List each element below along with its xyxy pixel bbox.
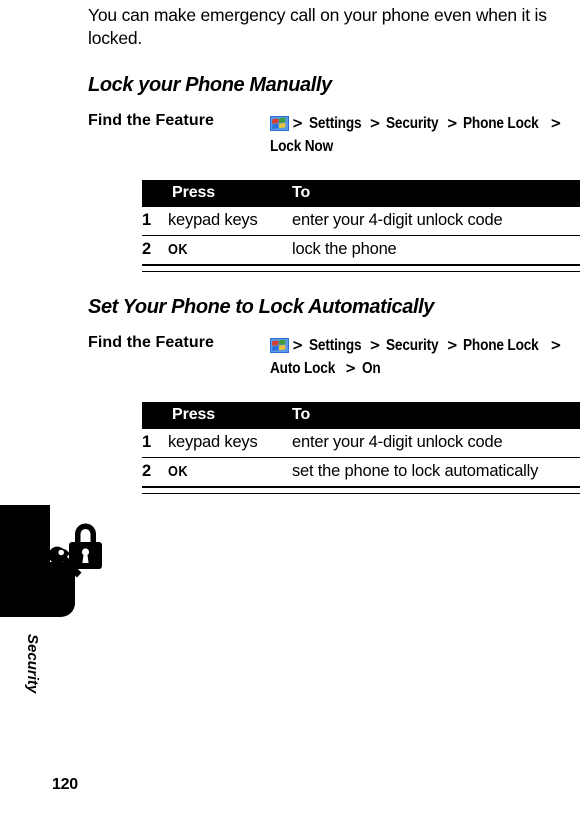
table-row: 1 keypad keys enter your 4-digit unlock …: [142, 207, 580, 236]
table-header-number: [142, 402, 168, 429]
table-header-press: Press: [168, 402, 292, 429]
table-footer-rule-1: [142, 264, 580, 272]
table-header-number: [142, 180, 168, 207]
menu-path-security[interactable]: Security: [386, 335, 439, 357]
table-header-row: Press To: [142, 180, 580, 207]
feature-path-2: > Settings > Security > Phone Lock > Auto L…: [270, 334, 580, 380]
step-number: 1: [142, 207, 168, 236]
path-separator: >: [344, 359, 357, 377]
table-header-press: Press: [168, 180, 292, 207]
step-to: set the phone to lock automatically: [292, 462, 539, 480]
step-press-key: OK: [168, 241, 188, 258]
section-heading-lock-automatically: Set Your Phone to Lock Automatically: [88, 296, 435, 318]
section-heading-lock-manually: Lock your Phone Manually: [88, 74, 332, 96]
step-press: keypad keys: [168, 429, 292, 458]
menu-path-settings[interactable]: Settings: [309, 335, 362, 357]
path-separator: >: [446, 114, 458, 132]
table-header-to: To: [292, 180, 580, 207]
table-row: 1 keypad keys enter your 4-digit unlock …: [142, 429, 580, 458]
menu-path-settings[interactable]: Settings: [309, 113, 362, 135]
find-the-feature-label: Find the Feature: [88, 112, 215, 129]
path-separator: >: [292, 336, 304, 354]
menu-path-lock-now[interactable]: Lock Now: [270, 136, 333, 158]
find-the-feature-block-2: Find the Feature > Settings > Security > P…: [88, 334, 580, 382]
step-press-text: keypad keys: [168, 211, 258, 229]
path-separator: >: [292, 114, 304, 132]
path-separator: >: [550, 336, 562, 354]
intro-paragraph: You can make emergency call on your phon…: [88, 5, 547, 48]
step-press-key: OK: [168, 463, 188, 480]
path-separator: >: [369, 336, 381, 354]
step-to: lock the phone: [292, 240, 397, 258]
main-menu-icon[interactable]: [270, 115, 289, 131]
padlock-key-icon: [48, 521, 106, 583]
table-header-to: To: [292, 402, 580, 429]
page-number: 120: [52, 776, 78, 793]
step-press: keypad keys: [168, 207, 292, 236]
find-the-feature-block-1: Find the Feature > Settings > Security > P…: [88, 112, 580, 160]
side-tab-label: Security: [24, 634, 41, 694]
path-separator: >: [446, 336, 458, 354]
step-press: OK: [168, 458, 292, 487]
table-row: 2 OK set the phone to lock automatically: [142, 458, 580, 487]
menu-path-phone-lock[interactable]: Phone Lock: [463, 335, 539, 357]
find-the-feature-label: Find the Feature: [88, 334, 215, 351]
steps-table-1: Press To 1 keypad keys enter your 4-digi…: [142, 180, 580, 264]
step-to: enter your 4-digit unlock code: [292, 207, 580, 236]
menu-path-security[interactable]: Security: [386, 113, 439, 135]
main-menu-icon[interactable]: [270, 337, 289, 353]
menu-path-phone-lock[interactable]: Phone Lock: [463, 113, 539, 135]
step-to: enter your 4-digit unlock code: [292, 429, 580, 458]
feature-path-1: > Settings > Security > Phone Lock > Lock N…: [270, 112, 580, 158]
path-separator: >: [369, 114, 381, 132]
steps-table-2: Press To 1 keypad keys enter your 4-digi…: [142, 402, 580, 486]
table-header-row: Press To: [142, 402, 580, 429]
table-row: 2 OK lock the phone: [142, 236, 580, 265]
path-separator: >: [550, 114, 562, 132]
page-content: You can make emergency call on your phon…: [88, 0, 580, 494]
step-number: 2: [142, 462, 151, 480]
menu-path-auto-lock[interactable]: Auto Lock: [270, 358, 335, 380]
table-footer-rule-2: [142, 486, 580, 494]
step-press-text: keypad keys: [168, 433, 258, 451]
step-number: 1: [142, 429, 168, 458]
step-number: 2: [142, 240, 151, 258]
menu-path-on[interactable]: On: [362, 358, 381, 380]
step-press: OK: [168, 236, 292, 265]
